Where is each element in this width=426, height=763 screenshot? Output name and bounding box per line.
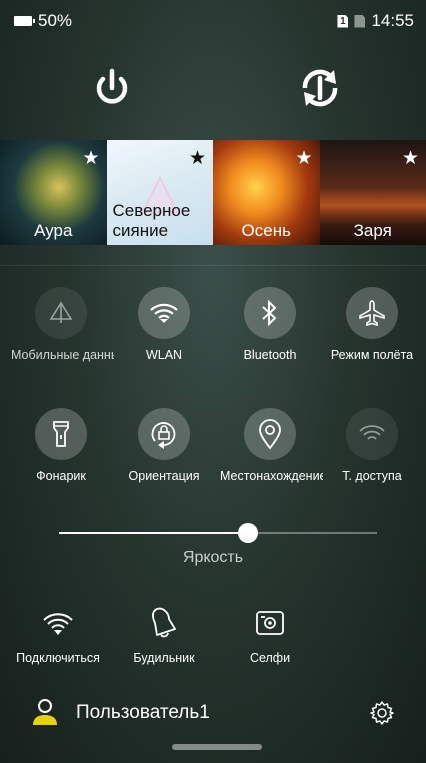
- wifi-icon: [8, 603, 108, 643]
- divider: [0, 265, 426, 266]
- shortcut-selfie[interactable]: Селфи: [220, 603, 320, 665]
- brightness-label: Яркость: [182, 549, 244, 566]
- restart-icon: [302, 69, 338, 107]
- slider-thumb[interactable]: [237, 523, 258, 543]
- theme-strip: ★ Аура ★ Северное сияние ★ Осень ★ Заря: [0, 140, 426, 245]
- toggle-label: Местонахождение: [220, 469, 323, 483]
- theme-card-autumn[interactable]: ★ Осень: [213, 140, 320, 245]
- home-indicator[interactable]: [172, 744, 262, 750]
- star-icon[interactable]: ★: [295, 147, 312, 170]
- battery-indicator: 50%: [14, 11, 72, 31]
- airplane-icon: [346, 287, 398, 339]
- shortcut-alarm[interactable]: Будильник: [114, 603, 214, 665]
- username: Пользователь1: [76, 702, 210, 723]
- toggle-location[interactable]: Местонахождение: [217, 408, 323, 483]
- theme-label: Северное сияние: [112, 201, 191, 240]
- power-icon: [96, 68, 128, 104]
- flashlight-icon: [35, 408, 87, 460]
- toggle-bluetooth[interactable]: Bluetooth: [217, 287, 323, 362]
- toggle-label: Ориентация: [128, 469, 200, 483]
- toggle-label: WLAN: [145, 348, 183, 362]
- toggle-label: Режим полёта: [330, 348, 414, 362]
- battery-level: 50%: [38, 11, 73, 30]
- sim-2-icon: [354, 14, 366, 28]
- toggle-airplane-mode[interactable]: Режим полёта: [319, 287, 425, 362]
- slider-fill: [59, 532, 248, 534]
- toggle-orientation[interactable]: Ориентация: [111, 408, 217, 483]
- user-avatar-icon: [33, 699, 57, 725]
- rotation-lock-icon: [138, 408, 190, 460]
- toggle-mobile-data[interactable]: Мобильные данные: [8, 287, 114, 362]
- status-right: 1 14:55: [337, 11, 414, 31]
- toggle-flashlight[interactable]: Фонарик: [8, 408, 114, 483]
- status-bar: 50% 1 14:55: [0, 0, 426, 40]
- toggle-label: Мобильные данные: [11, 348, 114, 362]
- toggle-hotspot[interactable]: Т. доступа: [319, 408, 425, 483]
- sim-1-icon: 1: [337, 14, 349, 28]
- star-icon[interactable]: ★: [189, 147, 206, 170]
- hotspot-icon: [346, 408, 398, 460]
- shortcut-label: Селфи: [249, 651, 291, 665]
- restart-button[interactable]: [296, 64, 344, 112]
- user-row[interactable]: Пользователь1: [0, 694, 426, 734]
- toggle-label: Т. доступа: [342, 469, 402, 483]
- theme-label: Аура: [34, 221, 73, 240]
- wifi-icon: [138, 287, 190, 339]
- theme-card-northern-lights[interactable]: ★ Северное сияние: [106, 140, 213, 245]
- gear-icon[interactable]: [370, 701, 394, 725]
- toggle-wlan[interactable]: WLAN: [111, 287, 217, 362]
- toggle-label: Bluetooth: [243, 348, 297, 362]
- theme-label: Заря: [353, 221, 392, 240]
- clock: 14:55: [371, 11, 414, 30]
- location-icon: [244, 408, 296, 460]
- battery-icon: [14, 16, 35, 26]
- toggle-label: Фонарик: [36, 469, 86, 483]
- theme-card-aura[interactable]: ★ Аура: [0, 140, 107, 245]
- theme-card-dawn[interactable]: ★ Заря: [319, 140, 426, 245]
- selfie-camera-icon: [220, 603, 320, 643]
- star-icon[interactable]: ★: [402, 147, 419, 170]
- theme-label: Осень: [241, 221, 291, 240]
- brightness-slider[interactable]: [59, 522, 377, 544]
- shortcut-connect[interactable]: Подключиться: [8, 603, 108, 665]
- top-actions: [0, 64, 426, 114]
- shortcut-label: Будильник: [133, 651, 195, 665]
- shortcuts-row: Подключиться Будильник Селфи: [0, 603, 426, 673]
- power-button[interactable]: [88, 64, 136, 112]
- star-icon[interactable]: ★: [82, 147, 99, 170]
- bluetooth-icon: [244, 287, 296, 339]
- shortcut-label: Подключиться: [16, 651, 100, 665]
- alarm-bell-icon: [114, 603, 214, 643]
- mobile-data-icon: [35, 287, 87, 339]
